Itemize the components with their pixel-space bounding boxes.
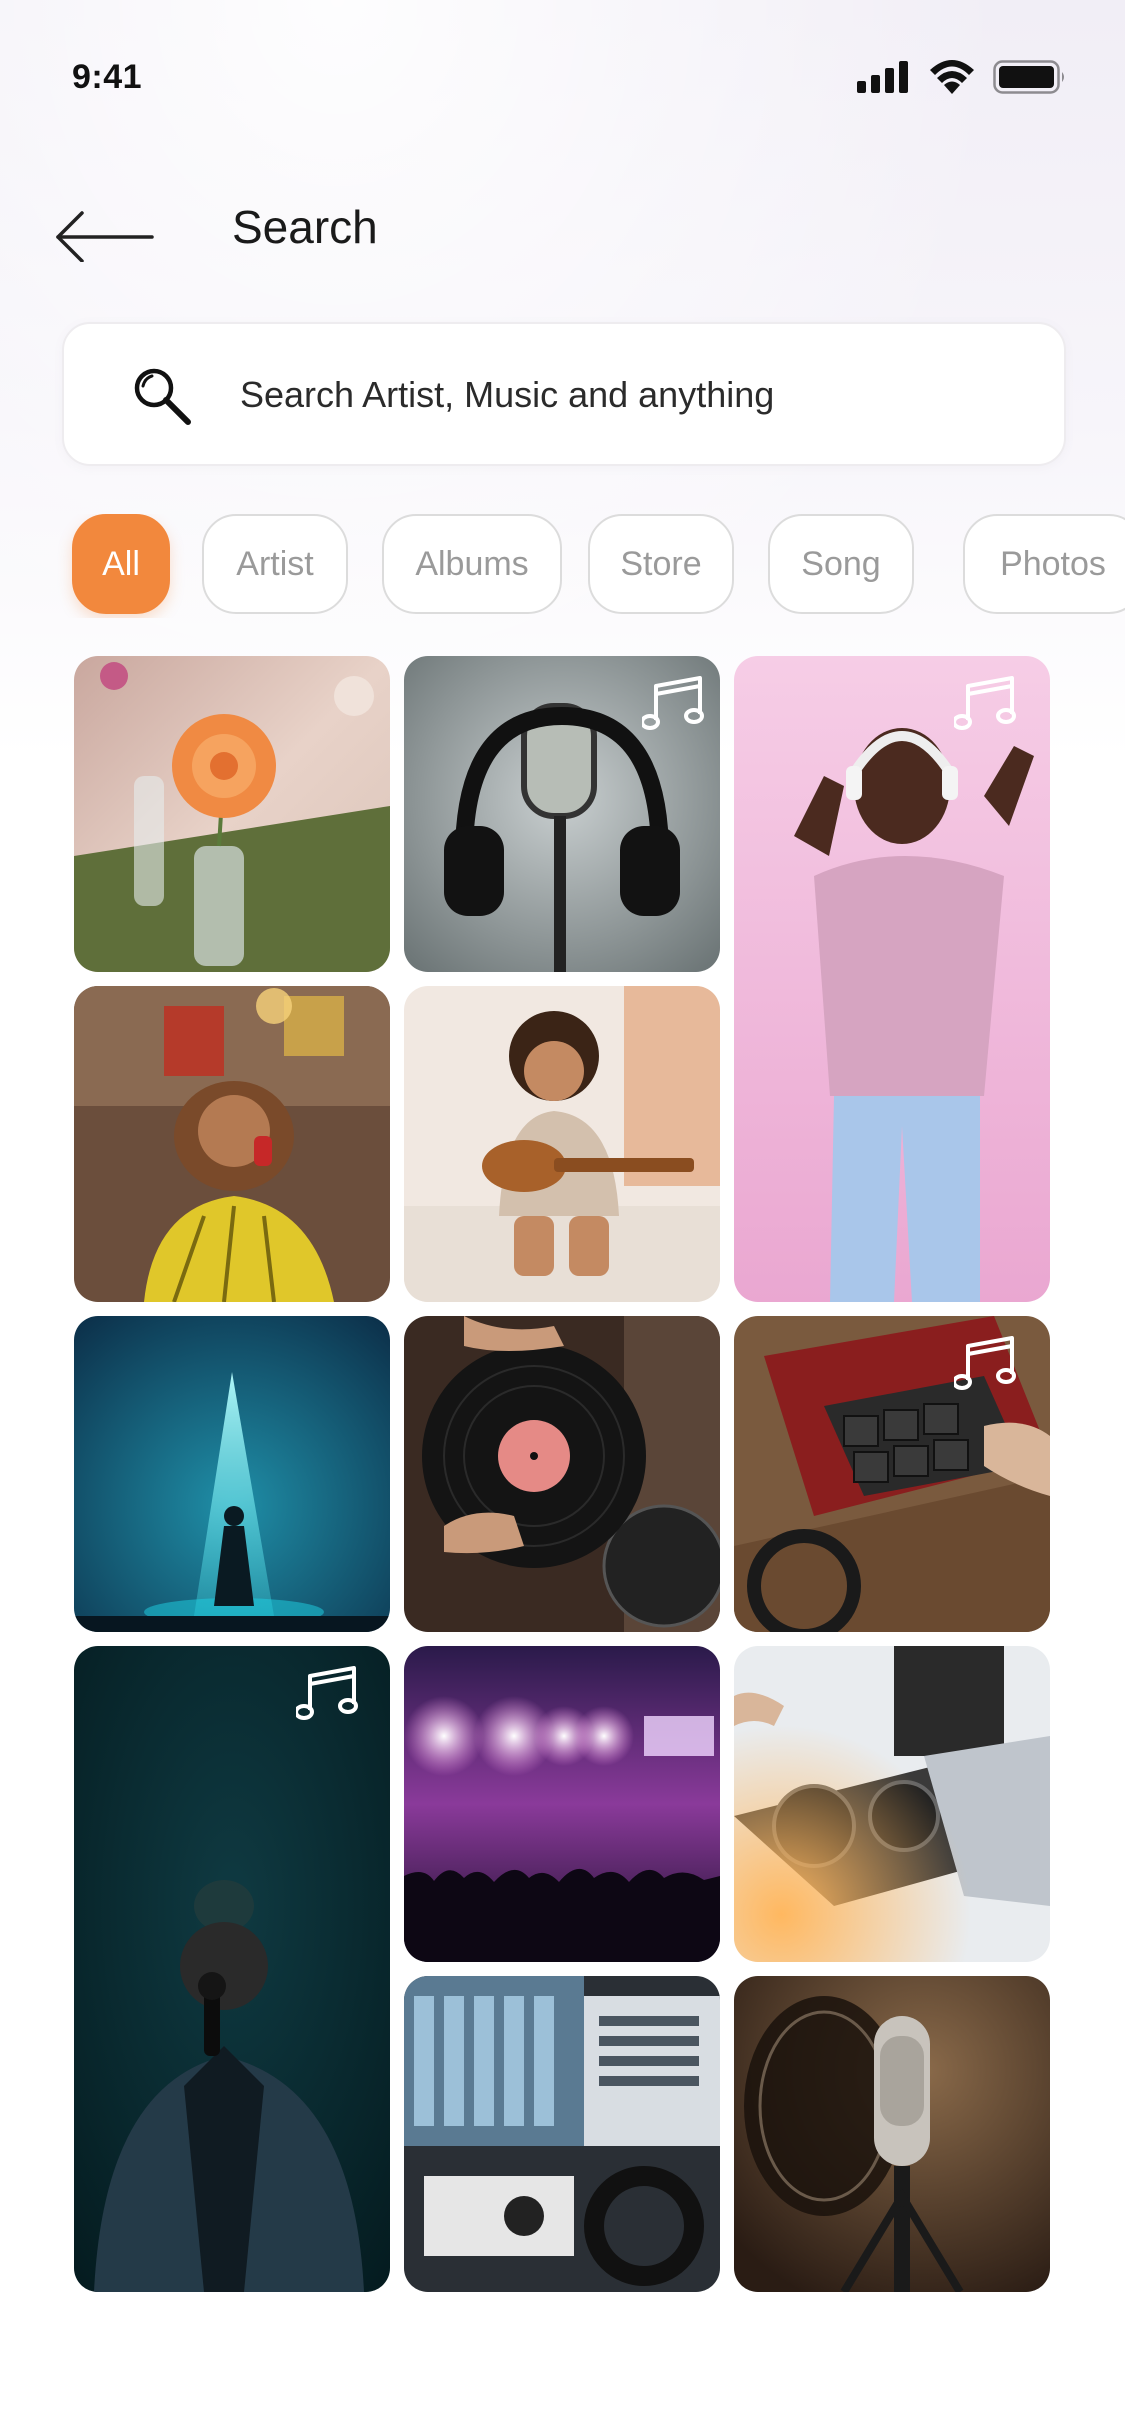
music-note-icon — [954, 676, 1016, 730]
status-time: 9:41 — [72, 58, 143, 96]
search-input[interactable]: Search Artist, Music and anything — [62, 322, 1066, 466]
status-bar: 9:41 — [0, 0, 1125, 150]
chip-song[interactable]: Song — [768, 514, 914, 614]
singer-microphone-dark-photo[interactable] — [74, 1646, 390, 2292]
concert-crowd-image — [404, 1646, 720, 1962]
child-ukulele-image — [404, 986, 720, 1302]
music-note-icon — [296, 1666, 358, 1720]
music-note-icon — [642, 676, 704, 730]
spotlight-singer-image — [74, 1316, 390, 1632]
woman-headphones-cafe-photo[interactable] — [74, 986, 390, 1302]
child-ukulele-photo[interactable] — [404, 986, 720, 1302]
cellular-signal-icon — [857, 61, 908, 93]
chip-photos[interactable]: Photos — [963, 514, 1125, 614]
vinyl-record-image — [404, 1316, 720, 1632]
studio-monitors-headphones-photo[interactable] — [404, 1976, 720, 2292]
music-note-icon — [954, 1336, 1016, 1390]
header: Search — [0, 180, 1125, 270]
woman-cafe-image — [74, 986, 390, 1302]
chip-label: Store — [620, 544, 702, 583]
back-button[interactable] — [52, 192, 162, 263]
back-arrow-icon — [56, 211, 154, 263]
chip-all[interactable]: All — [72, 514, 170, 614]
status-icons — [857, 60, 1067, 94]
dj-mixer-laptop-photo[interactable] — [734, 1646, 1050, 1962]
chip-label: Albums — [415, 544, 529, 583]
search-icon — [134, 368, 191, 425]
wifi-icon — [930, 60, 974, 94]
page-title: Search — [232, 201, 378, 253]
chip-label: All — [102, 544, 140, 583]
chip-label: Photos — [1000, 544, 1106, 583]
search-placeholder: Search Artist, Music and anything — [240, 374, 775, 415]
concert-crowd-lights-photo[interactable] — [404, 1646, 720, 1962]
flower-vase-photo[interactable] — [74, 656, 390, 972]
studio-monitors-image — [404, 1976, 720, 2292]
dj-mixer-image — [734, 1646, 1050, 1962]
singer-dark-image — [74, 1646, 390, 2292]
filter-chips: All Artist Albums Store Song Photos — [0, 514, 1125, 618]
chip-label: Song — [801, 544, 881, 583]
search-screen: 9:41 Search Search Artist, Music and any… — [0, 0, 1125, 2436]
battery-icon — [993, 60, 1064, 94]
dancing-woman-headphones-photo[interactable] — [734, 656, 1050, 1302]
chip-store[interactable]: Store — [588, 514, 734, 614]
chip-label: Artist — [236, 544, 314, 583]
spotlight-singer-stage-photo[interactable] — [74, 1316, 390, 1632]
dancing-woman-image — [734, 656, 1050, 1302]
chip-albums[interactable]: Albums — [382, 514, 562, 614]
condenser-microphone-photo[interactable] — [734, 1976, 1050, 2292]
flower-vase-image — [74, 656, 390, 972]
condenser-microphone-image — [734, 1976, 1050, 2292]
chip-artist[interactable]: Artist — [202, 514, 348, 614]
vinyl-record-turntable-photo[interactable] — [404, 1316, 720, 1632]
